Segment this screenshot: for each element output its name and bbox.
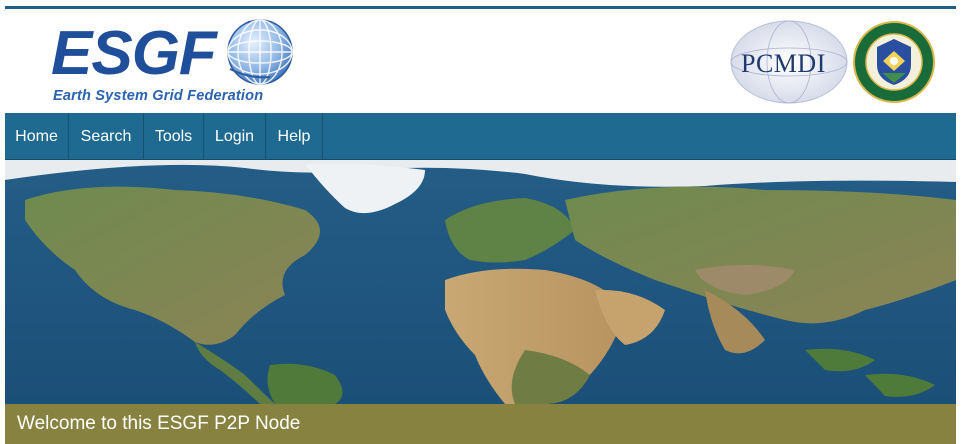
welcome-heading: Welcome to this ESGF P2P Node — [17, 413, 301, 434]
header: ESGF Earth System Grid Federation PCMDI — [5, 9, 956, 113]
nav-home[interactable]: Home — [5, 113, 69, 160]
nav-tools[interactable]: Tools — [144, 113, 204, 160]
doe-seal-icon[interactable] — [853, 21, 935, 103]
page: ESGF Earth System Grid Federation PCMDI … — [5, 0, 956, 444]
nav-tools-label: Tools — [154, 128, 193, 145]
pcmdi-label[interactable]: PCMDI — [741, 49, 826, 79]
esgf-logo[interactable]: ESGF Earth System Grid Federation — [47, 15, 297, 110]
partner-logos: PCMDI — [729, 15, 944, 111]
globe-grid-icon — [227, 19, 293, 85]
nav-search[interactable]: Search — [69, 113, 144, 160]
esgf-wordmark: ESGF — [51, 19, 217, 88]
nav-login-label: Login — [214, 128, 255, 145]
main-navbar: Home Search Tools Login Help — [5, 113, 956, 160]
world-map-banner — [5, 160, 956, 404]
esgf-subtitle: Earth System Grid Federation — [53, 88, 264, 104]
nav-help-label: Help — [277, 128, 311, 145]
nav-login[interactable]: Login — [204, 113, 266, 160]
nav-home-label: Home — [15, 128, 58, 145]
welcome-bar: Welcome to this ESGF P2P Node — [5, 404, 956, 444]
nav-search-label: Search — [80, 128, 132, 145]
nav-help[interactable]: Help — [266, 113, 323, 160]
